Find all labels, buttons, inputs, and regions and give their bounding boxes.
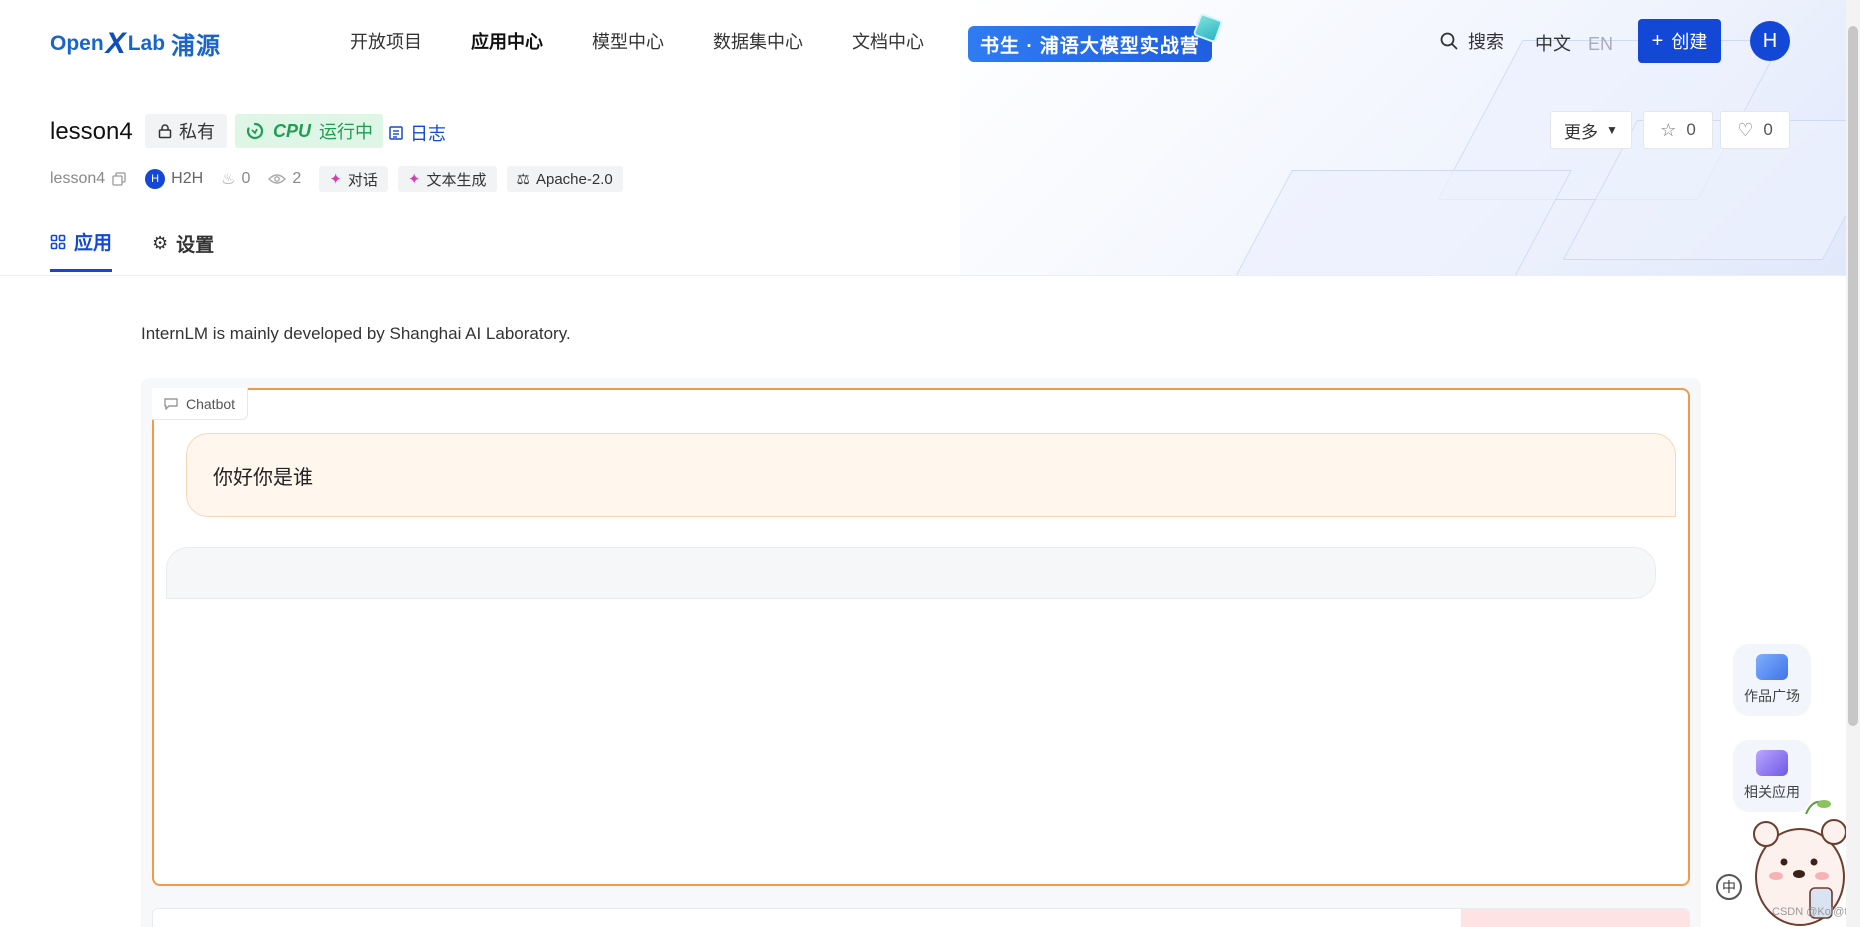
- more-dropdown-button[interactable]: 更多 ▼: [1550, 111, 1632, 149]
- private-label: 私有: [179, 122, 215, 142]
- tag-chat[interactable]: ✦ 对话: [319, 166, 388, 192]
- owner-name: H2H: [171, 170, 204, 187]
- csdn-watermark: CSDN @Kol@t3: [1772, 906, 1854, 918]
- log-link[interactable]: 日志: [388, 120, 446, 146]
- lang-en-option[interactable]: EN: [1588, 34, 1613, 54]
- status-label: 运行中: [319, 122, 374, 142]
- language-switcher: 中文 EN: [1535, 30, 1613, 56]
- create-button[interactable]: + 创建: [1638, 19, 1721, 63]
- owner-item[interactable]: H H2H: [145, 169, 203, 189]
- related-apps-icon: [1756, 750, 1788, 776]
- nav-model-center[interactable]: 模型中心: [592, 28, 664, 54]
- nav-app-center[interactable]: 应用中心: [471, 28, 543, 54]
- lock-icon: [158, 124, 172, 139]
- project-meta-row: lesson4 H H2H ♨ 0 2 ✦ 对话 ✦ 文本生成 ⚖ Apache…: [50, 166, 633, 192]
- grid-icon: [50, 234, 66, 249]
- user-message-text: 你好你是谁: [213, 466, 313, 489]
- gallery-side-button[interactable]: 作品广场: [1733, 644, 1811, 716]
- openxlab-logo[interactable]: Open X Lab 浦源: [50, 26, 221, 61]
- tag-text-generation[interactable]: ✦ 文本生成: [397, 166, 497, 192]
- search-button[interactable]: 搜索: [1440, 28, 1504, 54]
- project-title: lesson4: [50, 118, 133, 145]
- chatbot-label-badge: Chatbot: [152, 388, 249, 420]
- app-description: InternLM is mainly developed by Shanghai…: [141, 324, 571, 343]
- user-avatar[interactable]: H: [1750, 21, 1790, 61]
- tag-license[interactable]: ⚖ Apache-2.0: [506, 166, 623, 192]
- views-item: 2: [268, 170, 301, 188]
- private-badge: 私有: [145, 114, 227, 148]
- project-tabs: 应用 ⚙ 设置: [50, 228, 214, 272]
- top-navigation-bar: Open X Lab 浦源 开放项目 应用中心 模型中心 数据集中心 文档中心 …: [0, 0, 1860, 82]
- fire-icon: ♨: [221, 171, 236, 188]
- star-count: 0: [1686, 120, 1696, 139]
- tabs-divider: [0, 275, 1848, 276]
- heart-icon: ♡: [1737, 119, 1754, 140]
- gallery-icon: [1756, 654, 1788, 680]
- repo-name: lesson4: [50, 170, 106, 187]
- more-label: 更多: [1564, 122, 1599, 142]
- page-scrollbar-thumb[interactable]: [1848, 26, 1858, 726]
- promo-label: 书生 · 浦语大模型实战营: [980, 35, 1200, 57]
- input-row[interactable]: [152, 908, 1690, 927]
- sparkle-icon: ✦: [329, 171, 342, 188]
- search-icon: [1440, 32, 1458, 50]
- search-label: 搜索: [1468, 32, 1504, 52]
- user-message-bubble: 你好你是谁: [186, 433, 1676, 517]
- log-label: 日志: [410, 124, 446, 144]
- star-button[interactable]: ☆ 0: [1643, 111, 1713, 149]
- nav-docs-center[interactable]: 文档中心: [852, 28, 924, 54]
- owner-avatar: H: [145, 169, 166, 189]
- tab-settings[interactable]: ⚙ 设置: [152, 228, 214, 272]
- eye-icon: [268, 174, 287, 184]
- main-nav: 开放项目 应用中心 模型中心 数据集中心 文档中心: [350, 28, 924, 54]
- star-icon: ☆: [1660, 119, 1677, 140]
- sparkle-icon: ✦: [407, 171, 421, 188]
- lang-zh-option[interactable]: 中文: [1535, 34, 1571, 54]
- hot-item: ♨ 0: [221, 169, 250, 189]
- create-label: 创建: [1671, 32, 1708, 52]
- cpu-label: CPU: [273, 120, 312, 141]
- caret-down-icon: ▼: [1606, 123, 1618, 137]
- like-button[interactable]: ♡ 0: [1720, 111, 1790, 149]
- log-icon: [389, 126, 403, 140]
- hot-count: 0: [241, 170, 251, 187]
- floating-lang-toggle[interactable]: 中: [1716, 874, 1742, 900]
- running-status-badge: CPU 运行中: [235, 114, 384, 148]
- assistant-message-bubble: [166, 547, 1656, 599]
- plus-icon: +: [1651, 30, 1664, 52]
- copy-icon[interactable]: [111, 171, 127, 187]
- nav-dataset-center[interactable]: 数据集中心: [713, 28, 803, 54]
- gear-icon: ⚙: [152, 232, 169, 253]
- nav-open-projects[interactable]: 开放项目: [350, 28, 422, 54]
- view-count: 2: [292, 170, 302, 187]
- promo-banner-button[interactable]: 书生 · 浦语大模型实战营: [968, 12, 1224, 62]
- repo-name-item: lesson4: [50, 170, 127, 188]
- chat-bubble-icon: [164, 397, 178, 410]
- running-spinner-icon: [246, 122, 264, 140]
- tab-app[interactable]: 应用: [50, 228, 113, 272]
- scale-icon: ⚖: [516, 171, 530, 188]
- like-count: 0: [1763, 120, 1773, 139]
- submit-button-area[interactable]: [1461, 909, 1689, 927]
